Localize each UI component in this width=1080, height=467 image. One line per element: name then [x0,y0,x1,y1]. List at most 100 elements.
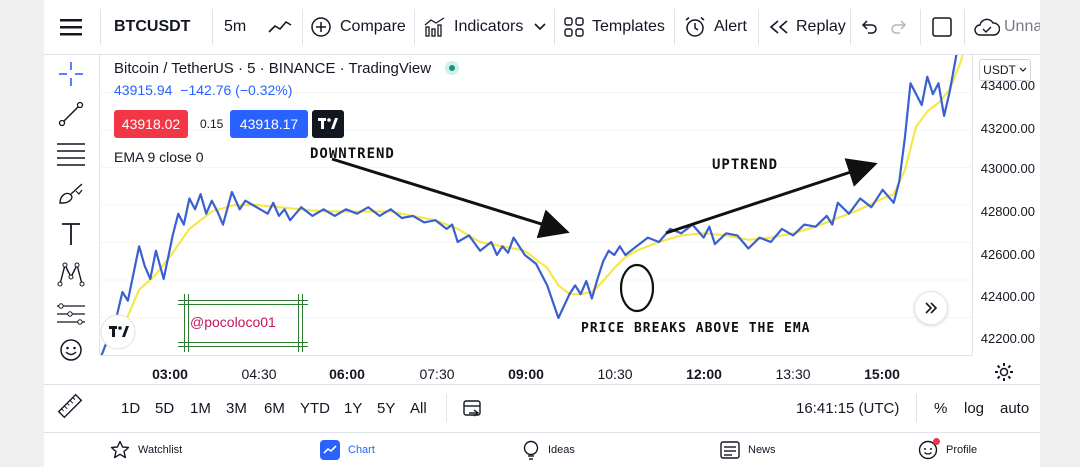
indicators-icon [424,17,445,37]
price-label: 42200.00 [980,331,1035,346]
notification-dot [933,437,940,445]
crosshair-tool[interactable] [52,59,90,89]
breakout-annotation: PRICE BREAKS ABOVE THE EMA [581,321,811,336]
nav-chart[interactable]: Chart [320,432,375,467]
nav-profile[interactable]: Profile [918,432,977,467]
templates-icon [564,17,584,37]
nav-watchlist[interactable]: Watchlist [110,432,182,467]
alert-label: Alert [714,18,747,35]
range-1m-button[interactable]: 1M [190,400,211,417]
chevron-down-icon [534,23,546,31]
nav-label: Chart [348,443,375,456]
price-change: −142.76 (−0.32%) [180,82,293,98]
text-icon [62,223,80,245]
smiley-icon [60,339,82,361]
symbol-legend-title: Bitcoin / TetherUS · 5 · BINANCE · Tradi… [114,59,460,77]
time-label: 15:00 [864,366,900,382]
price-label: 42600.00 [980,247,1035,262]
log-scale-toggle[interactable]: log [964,400,984,417]
square-icon [932,17,952,37]
range-1d-button[interactable]: 1D [121,400,140,417]
ruler-button[interactable] [56,392,86,422]
layout-button[interactable] [932,0,952,54]
clock-timezone[interactable]: 16:41:15 (UTC) [796,400,899,417]
indicators-button[interactable]: Indicators [424,0,523,54]
tradingview-badge-icon[interactable] [108,325,130,339]
plus-circle-icon [311,17,331,37]
sell-button[interactable]: 43918.02 [114,110,188,138]
nav-news[interactable]: News [720,432,776,467]
last-price: 43915.94 [114,82,173,98]
lightbulb-icon [523,440,539,460]
uptrend-annotation: UPTREND [712,157,779,173]
indicators-dropdown-button[interactable] [534,0,546,54]
star-icon [110,440,130,458]
chart-settings-button[interactable] [994,362,1016,384]
ruler-icon [57,393,83,419]
text-tool[interactable] [52,219,90,249]
tradingview-app: BTCUSDT 5m Compare Indicators Templates … [44,0,1040,467]
brush-icon [59,183,83,204]
watermark-box: @pocoloco01 [178,294,308,352]
emoji-tool[interactable] [52,335,90,365]
interval-button[interactable]: 5m [224,0,246,54]
downtrend-annotation: DOWNTREND [310,146,395,162]
save-layout-button[interactable]: Unna [974,0,1040,54]
rewind-icon [769,20,788,34]
templates-label: Templates [592,18,665,35]
tradingview-logo-icon[interactable] [312,110,344,138]
crosshair-icon [59,62,83,86]
price-scale[interactable]: USDT 43400.00 43200.00 43000.00 42800.00… [972,55,1040,355]
replay-label: Replay [796,18,846,35]
line-chart-icon [268,20,292,33]
time-label: 13:30 [775,366,811,382]
fib-tool[interactable] [52,139,90,169]
cloud-check-icon [974,18,1000,36]
alert-button[interactable]: Alert [684,0,747,54]
symbol-search-button[interactable]: BTCUSDT [114,0,190,54]
compare-label: Compare [340,18,406,35]
nav-ideas[interactable]: Ideas [522,432,575,467]
pattern-icon [57,262,85,287]
redo-button[interactable] [890,0,908,54]
currency-label: USDT [983,63,1016,77]
chart-icon [320,439,340,460]
double-chevron-right-icon [925,302,938,314]
layout-name-label: Unna [1004,18,1040,35]
templates-button[interactable]: Templates [564,0,665,54]
brush-tool[interactable] [52,179,90,209]
range-6m-button[interactable]: 6M [264,400,285,417]
range-5d-button[interactable]: 5D [155,400,174,417]
alarm-clock-icon [685,16,705,37]
range-ytd-button[interactable]: YTD [300,400,330,417]
percent-scale-toggle[interactable]: % [934,400,947,417]
chart-style-button[interactable] [268,0,292,54]
undo-button[interactable] [860,0,878,54]
replay-button[interactable]: Replay [768,0,846,54]
range-3m-button[interactable]: 3M [226,400,247,417]
pattern-tool[interactable] [52,259,90,289]
price-label: 43000.00 [980,161,1035,176]
time-label: 06:00 [329,366,365,382]
auto-scale-toggle[interactable]: auto [1000,400,1029,417]
nav-label: Ideas [548,443,575,456]
time-label: 07:30 [419,366,455,382]
range-1y-button[interactable]: 1Y [344,400,362,417]
gear-icon [995,363,1013,381]
range-all-button[interactable]: All [410,400,427,417]
live-dot [445,61,460,75]
trendline-tool[interactable] [52,99,90,129]
downtrend-arrow [331,157,570,239]
ema-legend[interactable]: EMA 9 close 0 [114,149,204,165]
scroll-to-realtime-button[interactable] [914,291,948,325]
time-label: 12:00 [686,366,722,382]
goto-date-icon [463,400,481,417]
range-5y-button[interactable]: 5Y [377,400,395,417]
prediction-tool[interactable] [52,299,90,329]
undo-icon [861,20,877,34]
goto-date-button[interactable] [462,398,486,420]
menu-button[interactable] [60,0,82,54]
compare-button[interactable]: Compare [310,0,406,54]
prediction-icon [57,303,85,325]
buy-button[interactable]: 43918.17 [230,110,308,138]
